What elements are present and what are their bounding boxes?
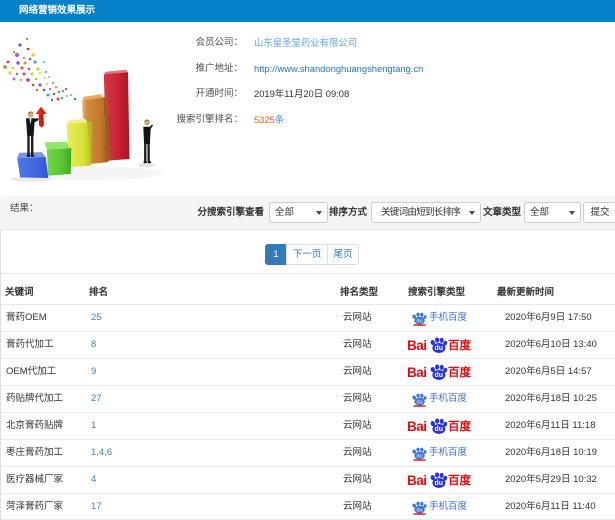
svg-text:du: du [417, 453, 423, 459]
svg-text:du: du [435, 480, 444, 487]
svg-text:du: du [417, 399, 423, 405]
svg-text:du: du [435, 372, 444, 379]
svg-text:du: du [435, 426, 444, 433]
svg-text:du: du [435, 345, 444, 352]
svg-text:du: du [417, 507, 423, 513]
svg-text:du: du [417, 318, 423, 324]
